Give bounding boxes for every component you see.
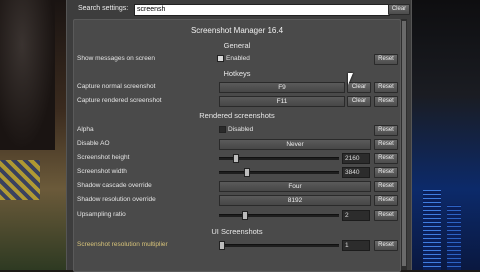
alpha-value: Disabled bbox=[228, 126, 254, 133]
mouse-cursor-icon bbox=[348, 73, 353, 85]
height-label: Screenshot height bbox=[77, 154, 130, 161]
section-general: General bbox=[223, 41, 251, 50]
show-messages-value: Enabled bbox=[226, 55, 250, 62]
shadow-res-label: Shadow resolution override bbox=[77, 196, 156, 203]
width-input[interactable]: 3840 bbox=[342, 167, 370, 178]
upsampling-input[interactable]: 2 bbox=[342, 210, 370, 221]
settings-window: Search settings: screensh Clear Screensh… bbox=[66, 0, 412, 272]
show-messages-toggle[interactable]: Enabled bbox=[217, 54, 250, 63]
ui-multiplier-slider[interactable] bbox=[219, 240, 339, 250]
slider-knob[interactable] bbox=[244, 168, 251, 177]
capture-rendered-label: Capture rendered screenshot bbox=[77, 97, 162, 104]
upsampling-reset-button[interactable]: Reset bbox=[374, 210, 398, 221]
width-slider[interactable] bbox=[219, 167, 339, 177]
background-scene-right bbox=[411, 0, 480, 270]
shadow-res-dropdown[interactable]: 8192 bbox=[219, 195, 371, 206]
checkbox-icon bbox=[219, 125, 226, 133]
scrollbar-thumb[interactable] bbox=[402, 21, 406, 266]
alpha-label: Alpha bbox=[77, 126, 94, 133]
search-input[interactable]: screensh bbox=[134, 4, 390, 16]
ui-multiplier-label: Screenshot resolution multiplier bbox=[77, 241, 168, 248]
slider-knob[interactable] bbox=[219, 241, 225, 250]
capture-rendered-reset-button[interactable]: Reset bbox=[374, 96, 398, 107]
character-hair bbox=[0, 0, 55, 150]
section-rendered: Rendered screenshots bbox=[199, 111, 275, 120]
cascade-label: Shadow cascade override bbox=[77, 182, 152, 189]
capture-normal-reset-button[interactable]: Reset bbox=[374, 82, 398, 93]
slider-track bbox=[219, 214, 339, 217]
alpha-reset-button[interactable]: Reset bbox=[374, 125, 398, 136]
background-building bbox=[447, 205, 461, 270]
slider-track bbox=[219, 244, 339, 247]
upsampling-slider[interactable] bbox=[219, 210, 339, 220]
search-bar: Search settings: screensh Clear bbox=[72, 4, 410, 16]
show-messages-reset-button[interactable]: Reset bbox=[374, 54, 398, 65]
search-label: Search settings: bbox=[78, 5, 129, 12]
disable-ao-label: Disable AO bbox=[77, 140, 110, 147]
character-clothing bbox=[0, 160, 40, 200]
cascade-dropdown[interactable]: Four bbox=[219, 181, 371, 192]
ui-multiplier-reset-button[interactable]: Reset bbox=[374, 240, 398, 251]
slider-track bbox=[219, 171, 339, 174]
panel-scrollbar[interactable] bbox=[401, 19, 407, 270]
width-reset-button[interactable]: Reset bbox=[374, 167, 398, 178]
disable-ao-dropdown[interactable]: Never bbox=[219, 139, 371, 150]
width-label: Screenshot width bbox=[77, 168, 127, 175]
cascade-reset-button[interactable]: Reset bbox=[374, 181, 398, 192]
capture-rendered-hotkey[interactable]: F11 bbox=[219, 96, 345, 107]
section-ui-screenshots: UI Screenshots bbox=[211, 227, 263, 236]
search-clear-button[interactable]: Clear bbox=[388, 4, 410, 15]
height-slider[interactable] bbox=[219, 153, 339, 163]
capture-normal-hotkey[interactable]: F9 bbox=[219, 82, 345, 93]
height-reset-button[interactable]: Reset bbox=[374, 153, 398, 164]
panel-title: Screenshot Manager 16.4 bbox=[190, 26, 284, 35]
background-building bbox=[423, 190, 441, 270]
height-input[interactable]: 2160 bbox=[342, 153, 370, 164]
alpha-toggle[interactable]: Disabled bbox=[219, 125, 253, 134]
capture-normal-label: Capture normal screenshot bbox=[77, 83, 156, 90]
upsampling-label: Upsampling ratio bbox=[77, 211, 126, 218]
shadow-res-reset-button[interactable]: Reset bbox=[374, 195, 398, 206]
slider-knob[interactable] bbox=[232, 154, 239, 163]
show-messages-label: Show messages on screen bbox=[77, 55, 156, 62]
slider-knob[interactable] bbox=[241, 211, 248, 220]
checkbox-icon bbox=[217, 54, 224, 62]
capture-rendered-clear-button[interactable]: Clear bbox=[347, 96, 371, 107]
ui-multiplier-input[interactable]: 1 bbox=[342, 240, 370, 251]
disable-ao-reset-button[interactable]: Reset bbox=[374, 139, 398, 150]
screenshot-manager-panel: Screenshot Manager 16.4 General Show mes… bbox=[73, 19, 401, 272]
background-scene-left bbox=[0, 0, 70, 270]
